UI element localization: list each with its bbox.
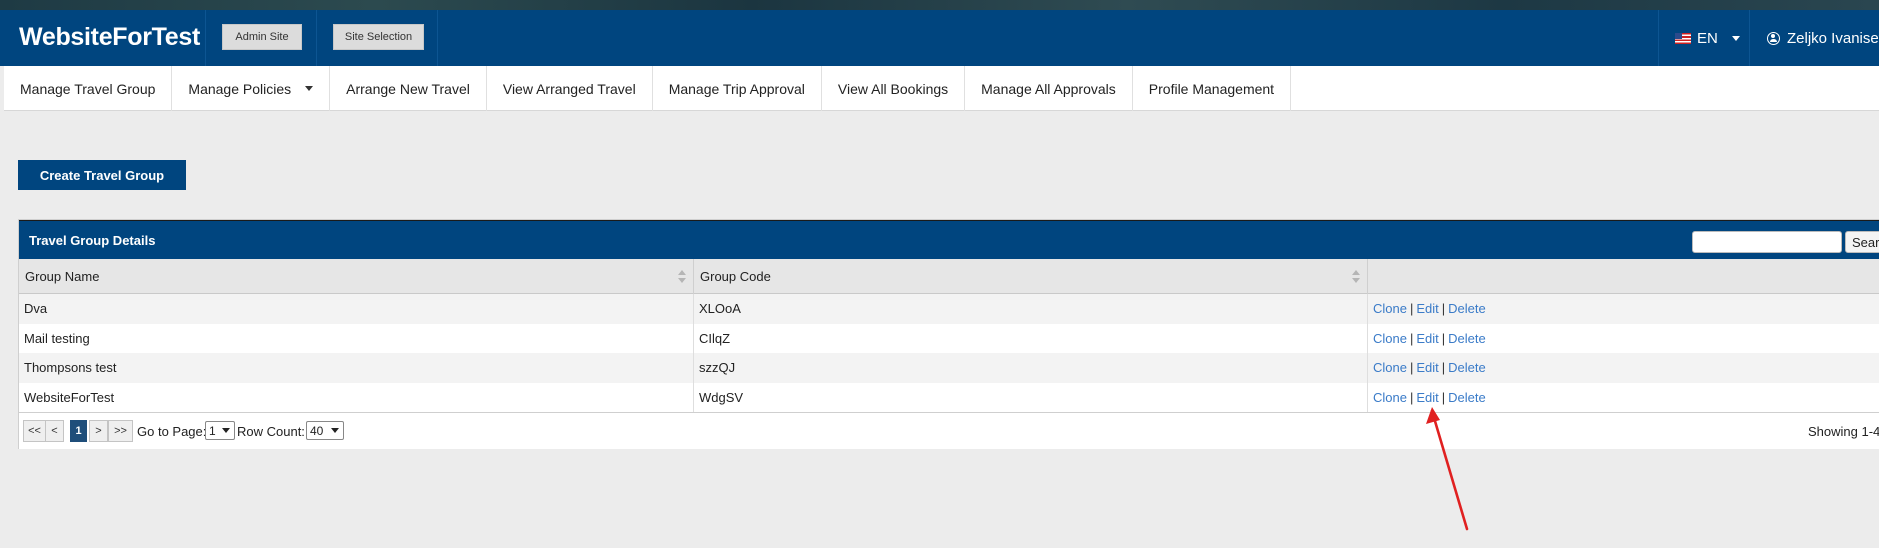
cell-group-name: Thompsons test xyxy=(19,353,694,383)
table-row: Mail testing CIlqZ Clone | Edit | Delete xyxy=(19,323,1879,354)
prev-page-button[interactable]: < xyxy=(45,420,64,442)
nav-manage-all-approvals[interactable]: Manage All Approvals xyxy=(965,66,1133,111)
nav-view-arranged-travel[interactable]: View Arranged Travel xyxy=(487,66,653,111)
showing-count: Showing 1-4 xyxy=(1808,424,1879,439)
column-header-label: Group Name xyxy=(25,269,100,284)
column-header-actions xyxy=(1368,259,1879,294)
cell-group-name: WebsiteForTest xyxy=(19,382,694,412)
sort-icon xyxy=(678,270,686,284)
separator: | xyxy=(1441,360,1446,376)
edit-link[interactable]: Edit xyxy=(1416,301,1438,316)
delete-link[interactable]: Delete xyxy=(1448,331,1486,346)
nav-profile-management[interactable]: Profile Management xyxy=(1133,66,1292,111)
annotation-arrow-head xyxy=(1426,407,1440,424)
separator: | xyxy=(1409,301,1414,317)
cell-group-code: CIlqZ xyxy=(694,323,1368,353)
panel-header: Travel Group Details Searc xyxy=(19,220,1879,259)
next-page-button[interactable]: > xyxy=(89,420,108,442)
search-button[interactable]: Searc xyxy=(1845,231,1879,253)
header-divider xyxy=(1749,10,1750,66)
app-header: WebsiteForTest Admin Site Site Selection… xyxy=(0,10,1879,66)
table-row: Dva XLOoA Clone | Edit | Delete xyxy=(19,294,1879,324)
user-name: Zeljko Ivanisevi xyxy=(1787,29,1879,47)
delete-link[interactable]: Delete xyxy=(1448,301,1486,316)
cell-actions: Clone | Edit | Delete xyxy=(1368,294,1879,324)
page-1-button[interactable]: 1 xyxy=(70,420,87,442)
delete-link[interactable]: Delete xyxy=(1448,360,1486,375)
separator: | xyxy=(1409,330,1414,346)
last-page-button[interactable]: >> xyxy=(108,420,133,442)
main-nav: Manage Travel Group Manage Policies Arra… xyxy=(4,66,1879,111)
goto-page-label: Go to Page: xyxy=(137,424,207,439)
nav-manage-policies[interactable]: Manage Policies xyxy=(172,66,331,111)
cell-group-name: Dva xyxy=(19,294,694,324)
travel-group-panel: Travel Group Details Searc Group Name Gr… xyxy=(18,219,1879,449)
cell-group-code: WdgSV xyxy=(694,382,1368,412)
language-selector[interactable]: EN xyxy=(1675,28,1740,48)
header-divider xyxy=(205,10,206,66)
sort-icon xyxy=(1352,270,1360,284)
admin-site-button[interactable]: Admin Site xyxy=(222,24,302,50)
separator: | xyxy=(1441,301,1446,317)
separator: | xyxy=(1409,360,1414,376)
table-row: Thompsons test szzQJ Clone | Edit | Delete xyxy=(19,353,1879,383)
chevron-down-icon xyxy=(331,428,339,433)
cell-group-code: szzQJ xyxy=(694,353,1368,383)
header-divider xyxy=(437,10,438,66)
cell-group-name: Mail testing xyxy=(19,323,694,353)
us-flag-icon xyxy=(1675,32,1691,44)
column-header-group-code[interactable]: Group Code xyxy=(694,259,1368,294)
separator: | xyxy=(1441,330,1446,346)
pagination-bar: << < 1 > >> Go to Page: 1 Row Count: 40 … xyxy=(19,412,1879,449)
clone-link[interactable]: Clone xyxy=(1373,331,1407,346)
language-label: EN xyxy=(1697,29,1718,47)
nav-view-all-bookings[interactable]: View All Bookings xyxy=(822,66,966,111)
create-travel-group-button[interactable]: Create Travel Group xyxy=(18,160,186,190)
header-divider xyxy=(316,10,317,66)
user-menu[interactable]: Zeljko Ivanisevi xyxy=(1767,28,1879,48)
panel-title: Travel Group Details xyxy=(29,233,156,248)
annotation-arrow-line xyxy=(1430,409,1469,531)
user-circle-icon xyxy=(1767,31,1780,45)
edit-link[interactable]: Edit xyxy=(1416,360,1438,375)
clone-link[interactable]: Clone xyxy=(1373,390,1407,405)
separator: | xyxy=(1409,389,1414,405)
row-count-value: 40 xyxy=(310,423,324,438)
table-header: Group Name Group Code xyxy=(19,259,1879,294)
column-header-group-name[interactable]: Group Name xyxy=(19,259,694,294)
search-input[interactable] xyxy=(1692,231,1842,253)
edit-link[interactable]: Edit xyxy=(1416,331,1438,346)
row-count-label: Row Count: xyxy=(237,424,305,439)
nav-manage-travel-group[interactable]: Manage Travel Group xyxy=(4,66,173,111)
header-divider xyxy=(1658,10,1659,66)
cell-actions: Clone | Edit | Delete xyxy=(1368,353,1879,383)
goto-page-select[interactable]: 1 xyxy=(205,421,235,440)
table-row: WebsiteForTest WdgSV Clone | Edit | Delete xyxy=(19,382,1879,412)
first-page-button[interactable]: << xyxy=(23,420,46,442)
clone-link[interactable]: Clone xyxy=(1373,360,1407,375)
nav-manage-trip-approval[interactable]: Manage Trip Approval xyxy=(653,66,822,111)
chevron-down-icon xyxy=(305,86,314,91)
column-header-label: Group Code xyxy=(700,269,771,284)
site-selection-button[interactable]: Site Selection xyxy=(333,24,424,50)
chevron-down-icon xyxy=(222,428,230,433)
brand-logo[interactable]: WebsiteForTest xyxy=(19,23,200,52)
annotation-arrow xyxy=(1426,407,1469,531)
top-banner-strip xyxy=(0,0,1879,10)
cell-actions: Clone | Edit | Delete xyxy=(1368,324,1879,354)
chevron-down-icon xyxy=(1731,35,1740,41)
nav-arrange-new-travel[interactable]: Arrange New Travel xyxy=(330,66,487,111)
goto-page-value: 1 xyxy=(209,423,216,438)
row-count-select[interactable]: 40 xyxy=(306,421,344,440)
nav-manage-policies-label: Manage Policies xyxy=(188,80,292,97)
cell-group-code: XLOoA xyxy=(694,294,1368,324)
clone-link[interactable]: Clone xyxy=(1373,301,1407,316)
